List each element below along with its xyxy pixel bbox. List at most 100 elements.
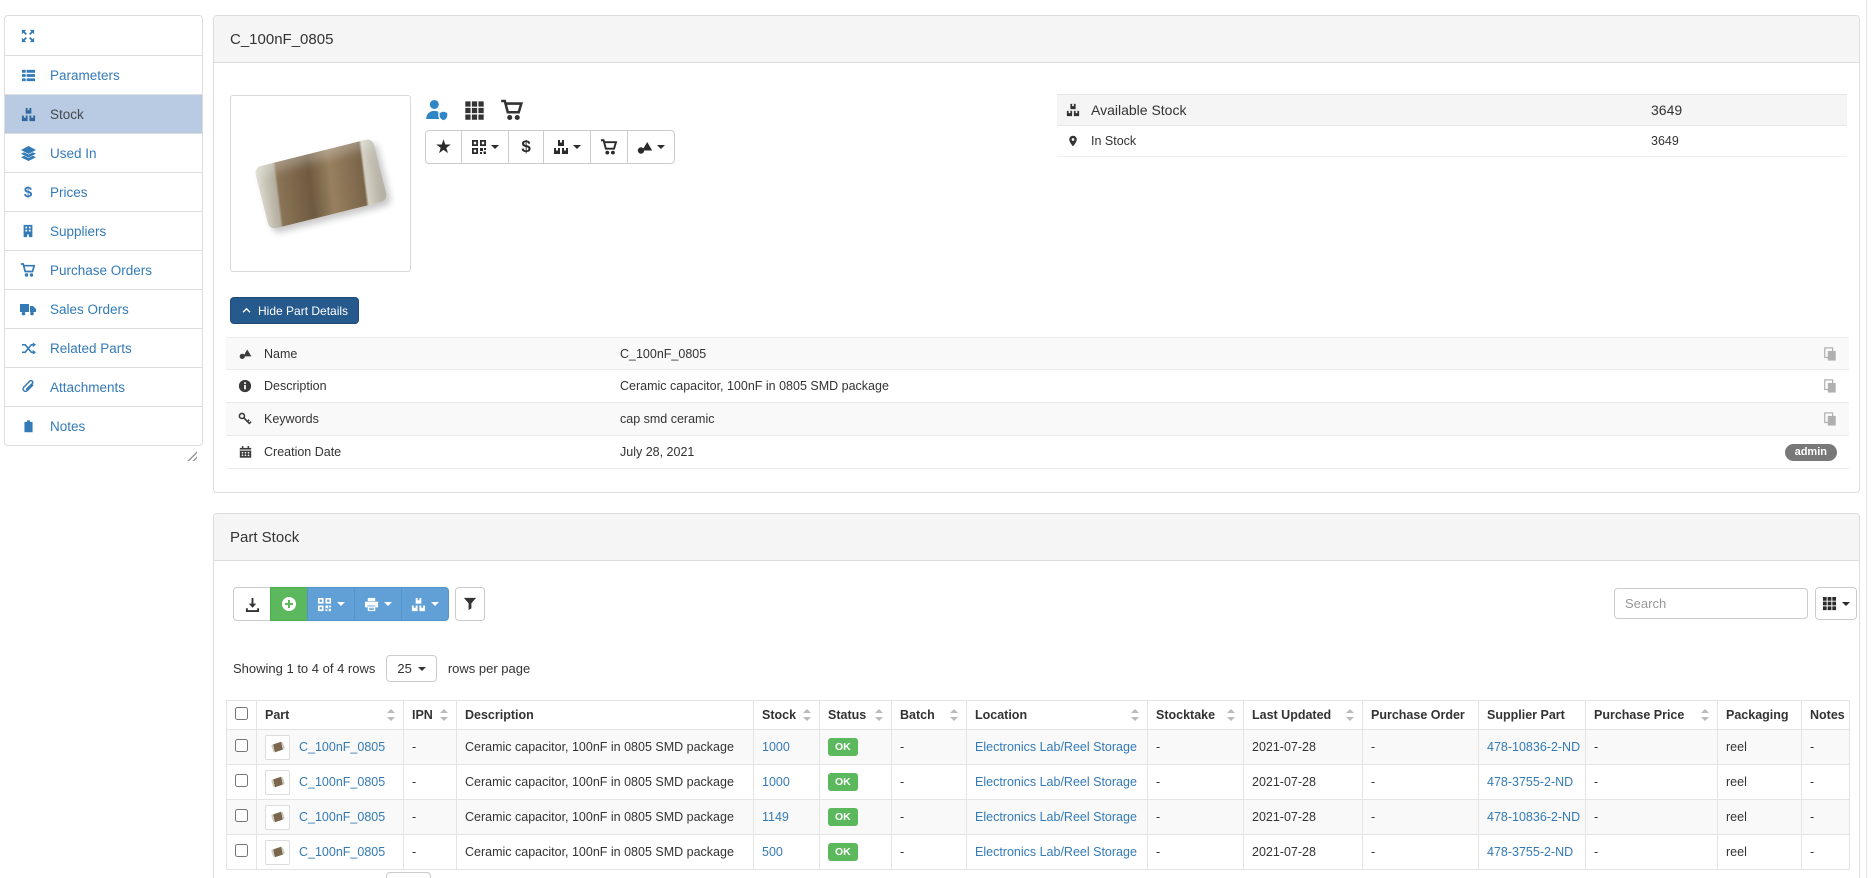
supplier-part-link[interactable]: 478-10836-2-ND xyxy=(1487,740,1580,754)
sidebar-item-prices[interactable]: $ Prices xyxy=(5,172,202,211)
col-packaging[interactable]: Packaging xyxy=(1718,701,1802,730)
part-link[interactable]: C_100nF_0805 xyxy=(299,810,385,824)
table-row: C_100nF_0805 - Ceramic capacitor, 100nF … xyxy=(227,835,1850,870)
sidebar-item-stock[interactable]: Stock xyxy=(5,94,202,133)
stocktake-cell: - xyxy=(1148,800,1244,835)
caret-down-icon xyxy=(418,667,426,671)
favorite-button[interactable]: ★ xyxy=(425,130,462,164)
sidebar-item-suppliers[interactable]: Suppliers xyxy=(5,211,202,250)
description-cell: Ceramic capacitor, 100nF in 0805 SMD pac… xyxy=(457,765,754,800)
sidebar: Parameters Stock Used In $ Prices Suppli… xyxy=(4,15,203,446)
part-link[interactable]: C_100nF_0805 xyxy=(299,775,385,789)
capacitor-thumb-image xyxy=(271,741,285,752)
description-cell: Ceramic capacitor, 100nF in 0805 SMD pac… xyxy=(457,835,754,870)
sort-icon xyxy=(803,708,811,722)
shuffle-icon xyxy=(19,341,37,356)
col-supplier-part[interactable]: Supplier Part xyxy=(1479,701,1586,730)
col-purchase-price[interactable]: Purchase Price xyxy=(1586,701,1718,730)
row-select-checkbox[interactable] xyxy=(235,844,248,857)
list-icon xyxy=(19,68,37,83)
sidebar-resize-handle[interactable] xyxy=(186,450,197,461)
copy-icon[interactable] xyxy=(1823,379,1837,393)
new-stock-item-button[interactable] xyxy=(270,587,308,621)
col-stock[interactable]: Stock xyxy=(754,701,820,730)
truck-icon xyxy=(19,301,37,317)
part-edit-actions-button[interactable] xyxy=(627,130,675,164)
barcode-actions-button[interactable] xyxy=(307,587,355,621)
copy-icon[interactable] xyxy=(1823,347,1837,361)
hide-part-details-button[interactable]: Hide Part Details xyxy=(230,297,359,324)
col-status[interactable]: Status xyxy=(820,701,892,730)
col-stocktake[interactable]: Stocktake xyxy=(1148,701,1244,730)
sidebar-item-sales-orders[interactable]: Sales Orders xyxy=(5,289,202,328)
stock-toolbar xyxy=(233,587,485,621)
stock-item-link[interactable]: 500 xyxy=(762,845,783,859)
sidebar-item-parameters[interactable]: Parameters xyxy=(5,55,202,94)
col-location[interactable]: Location xyxy=(967,701,1148,730)
sort-icon xyxy=(1227,708,1235,722)
stocktake-cell: - xyxy=(1148,730,1244,765)
location-link[interactable]: Electronics Lab/Reel Storage xyxy=(975,740,1137,754)
search-input[interactable] xyxy=(1614,588,1808,619)
supplier-part-link[interactable]: 478-10836-2-ND xyxy=(1487,810,1580,824)
sidebar-item-attachments[interactable]: Attachments xyxy=(5,367,202,406)
col-batch[interactable]: Batch xyxy=(892,701,967,730)
col-ipn[interactable]: IPN xyxy=(404,701,457,730)
part-image[interactable] xyxy=(230,95,411,272)
detail-label: Keywords xyxy=(264,412,319,426)
col-last-updated[interactable]: Last Updated xyxy=(1244,701,1363,730)
sidebar-item-used-in[interactable]: Used In xyxy=(5,133,202,172)
in-stock-label: In Stock xyxy=(1091,134,1136,148)
part-link[interactable]: C_100nF_0805 xyxy=(299,740,385,754)
location-link[interactable]: Electronics Lab/Reel Storage xyxy=(975,845,1137,859)
purchase-price-cell: - xyxy=(1586,800,1718,835)
location-link[interactable]: Electronics Lab/Reel Storage xyxy=(975,810,1137,824)
column-select-button[interactable] xyxy=(1815,587,1857,620)
location-link[interactable]: Electronics Lab/Reel Storage xyxy=(975,775,1137,789)
part-stock-panel: Part Stock xyxy=(213,513,1860,878)
grid-icon[interactable] xyxy=(464,100,485,121)
status-badge: OK xyxy=(828,843,858,861)
sidebar-item-purchase-orders[interactable]: Purchase Orders xyxy=(5,250,202,289)
stock-item-link[interactable]: 1149 xyxy=(762,810,789,824)
select-all-checkbox[interactable] xyxy=(235,707,248,720)
sidebar-toggle-button[interactable] xyxy=(5,16,202,55)
page-size-dropdown[interactable]: 25 xyxy=(386,655,436,682)
plus-circle-icon xyxy=(281,596,297,612)
row-select-checkbox[interactable] xyxy=(235,739,248,752)
pricing-button[interactable]: $ xyxy=(508,130,544,164)
cart-icon[interactable] xyxy=(500,98,524,122)
sidebar-item-related-parts[interactable]: Related Parts xyxy=(5,328,202,367)
supplier-part-link[interactable]: 478-3755-2-ND xyxy=(1487,845,1573,859)
stock-actions-button[interactable] xyxy=(543,130,591,164)
supplier-part-link[interactable]: 478-3755-2-ND xyxy=(1487,775,1573,789)
col-description[interactable]: Description xyxy=(457,701,754,730)
sort-icon xyxy=(440,708,448,722)
page-size-dropdown-bottom[interactable]: 25 xyxy=(386,872,431,878)
purchase-price-cell: - xyxy=(1586,835,1718,870)
caret-down-icon xyxy=(491,145,499,149)
filter-button[interactable] xyxy=(455,587,485,621)
order-part-button[interactable] xyxy=(590,130,628,164)
table-header-row: Part IPN Description Stock Status Batch … xyxy=(227,701,1850,730)
sidebar-item-notes[interactable]: Notes xyxy=(5,406,202,445)
paperclip-icon xyxy=(19,380,37,395)
user-shield-icon[interactable] xyxy=(425,98,449,122)
stock-item-link[interactable]: 1000 xyxy=(762,740,790,754)
copy-icon[interactable] xyxy=(1823,412,1837,426)
stock-options-button[interactable] xyxy=(401,587,449,621)
sidebar-item-label: Sales Orders xyxy=(50,302,129,317)
print-actions-button[interactable] xyxy=(354,587,402,621)
col-purchase-order[interactable]: Purchase Order xyxy=(1363,701,1479,730)
ipn-cell: - xyxy=(404,730,457,765)
row-select-checkbox[interactable] xyxy=(235,809,248,822)
capacitor-thumb-image xyxy=(271,846,285,857)
export-button[interactable] xyxy=(233,587,271,621)
row-select-checkbox[interactable] xyxy=(235,774,248,787)
col-part[interactable]: Part xyxy=(257,701,404,730)
capacitor-thumb-image xyxy=(271,811,285,822)
col-notes[interactable]: Notes xyxy=(1802,701,1850,730)
part-link[interactable]: C_100nF_0805 xyxy=(299,845,385,859)
barcode-actions-button[interactable] xyxy=(461,130,509,164)
stock-item-link[interactable]: 1000 xyxy=(762,775,790,789)
